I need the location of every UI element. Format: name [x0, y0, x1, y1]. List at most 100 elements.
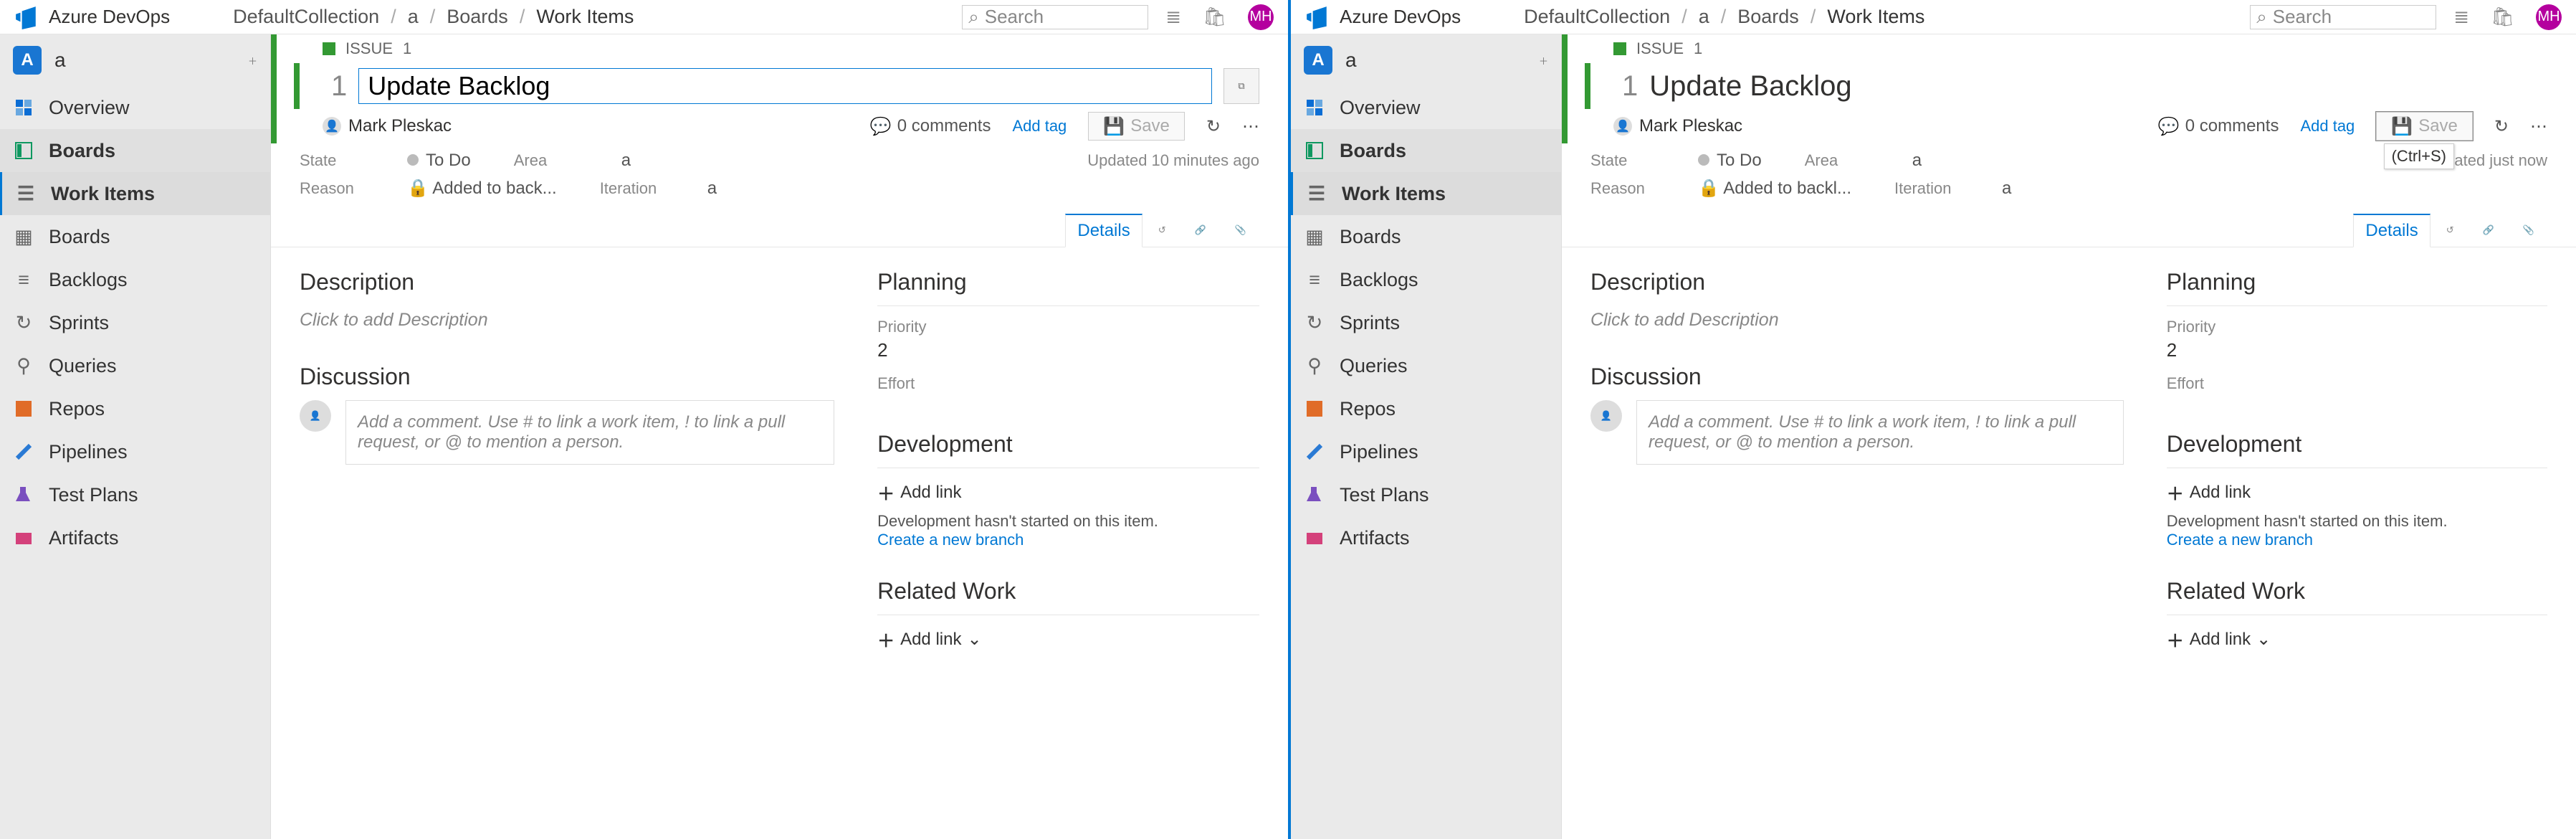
assignee[interactable]: 👤Mark Pleskac	[1613, 116, 1742, 136]
sidebar-item-testplans[interactable]: Test Plans	[1291, 473, 1561, 516]
search-input[interactable]: ⌕ Search	[2250, 5, 2436, 29]
tab-details[interactable]: Details	[1065, 214, 1142, 247]
state-value[interactable]: To Do	[1698, 151, 1762, 171]
project-name: a	[1345, 49, 1357, 72]
breadcrumb-collection[interactable]: DefaultCollection	[1524, 6, 1670, 28]
sidebar-item-overview[interactable]: Overview	[0, 86, 270, 129]
avatar[interactable]: MH	[2536, 4, 2562, 30]
attachment-icon[interactable]: 📎	[2510, 224, 2547, 236]
breadcrumb-collection[interactable]: DefaultCollection	[233, 6, 379, 28]
assignee[interactable]: 👤Mark Pleskac	[323, 116, 452, 136]
area-value[interactable]: a	[1912, 151, 1922, 171]
project-add-icon[interactable]: ＋	[1539, 54, 1548, 67]
sidebar-item-sprints[interactable]: ↻Sprints	[0, 301, 270, 344]
breadcrumb-section[interactable]: Boards	[447, 6, 508, 28]
sidebar-item-pipelines[interactable]: Pipelines	[1291, 430, 1561, 473]
search-input[interactable]: ⌕ Search	[962, 5, 1148, 29]
reason-value[interactable]: 🔒 Added to backl...	[1698, 178, 1851, 199]
description-input[interactable]: Click to add Description	[1590, 305, 2124, 335]
list-icon[interactable]: ≣	[2453, 6, 2469, 28]
development-heading: Development	[877, 431, 1259, 458]
refresh-icon[interactable]: ↻	[1206, 116, 1221, 137]
avatar[interactable]: MH	[1248, 4, 1274, 30]
discussion-input[interactable]: Add a comment. Use # to link a work item…	[1636, 400, 2124, 465]
add-link-button[interactable]: ＋Add link	[877, 480, 1259, 505]
breadcrumb-project[interactable]: a	[1699, 6, 1709, 28]
sidebar-item-artifacts[interactable]: Artifacts	[0, 516, 270, 559]
sidebar-item-boards[interactable]: Boards	[0, 129, 270, 172]
issue-bar: ISSUE 1	[294, 34, 1288, 63]
effort-value[interactable]	[2167, 396, 2547, 418]
link-icon[interactable]: 🔗	[2470, 224, 2507, 236]
sidebar-item-boards-sub[interactable]: ▦Boards	[0, 215, 270, 258]
sidebar-item-backlogs[interactable]: ≡Backlogs	[0, 258, 270, 301]
add-related-link-button[interactable]: ＋Add link ⌄	[2167, 627, 2547, 652]
sidebar-item-backlogs[interactable]: ≡Backlogs	[1291, 258, 1561, 301]
project-row[interactable]: A a ＋	[1291, 34, 1561, 86]
project-row[interactable]: A a ＋	[0, 34, 270, 86]
sidebar-item-boards[interactable]: Boards	[1291, 129, 1561, 172]
add-tag-button[interactable]: Add tag	[1012, 117, 1067, 136]
reason-value[interactable]: 🔒 Added to back...	[407, 178, 557, 199]
sidebar-item-repos[interactable]: Repos	[1291, 387, 1561, 430]
priority-value[interactable]: 2	[877, 339, 1259, 361]
iteration-value[interactable]: a	[2002, 179, 2011, 199]
more-icon[interactable]: ⋯	[2530, 116, 2547, 137]
comments-count[interactable]: 💬0 comments	[2158, 116, 2279, 137]
save-button[interactable]: 💾Save	[1088, 112, 1185, 141]
add-related-link-button[interactable]: ＋Add link ⌄	[877, 627, 1259, 652]
create-branch-link[interactable]: Create a new branch	[2167, 531, 2547, 549]
refresh-icon[interactable]: ↻	[2494, 116, 2509, 137]
issue-type: ISSUE	[1636, 39, 1684, 58]
sidebar-item-overview[interactable]: Overview	[1291, 86, 1561, 129]
list-icon[interactable]: ≣	[1165, 6, 1181, 28]
sidebar-item-queries[interactable]: ⚲Queries	[1291, 344, 1561, 387]
breadcrumb-page[interactable]: Work Items	[536, 6, 634, 28]
link-icon[interactable]: 🔗	[1182, 224, 1219, 236]
brand[interactable]: Azure DevOps	[1305, 5, 1461, 29]
description-input[interactable]: Click to add Description	[300, 305, 834, 335]
breadcrumb-page[interactable]: Work Items	[1827, 6, 1924, 28]
breadcrumb-project[interactable]: a	[408, 6, 419, 28]
save-button[interactable]: 💾Save	[2376, 112, 2473, 141]
sidebar-item-testplans[interactable]: Test Plans	[0, 473, 270, 516]
shopping-bag-icon[interactable]: 🛍	[1203, 6, 1226, 28]
more-icon[interactable]: ⋯	[1242, 116, 1259, 137]
tab-details[interactable]: Details	[2353, 214, 2430, 247]
add-tag-button[interactable]: Add tag	[2300, 117, 2355, 136]
pipelines-icon	[1305, 442, 1324, 461]
state-value[interactable]: To Do	[407, 151, 471, 171]
priority-value[interactable]: 2	[2167, 339, 2547, 361]
area-value[interactable]: a	[621, 151, 631, 171]
effort-value[interactable]	[877, 396, 1259, 418]
shopping-bag-icon[interactable]: 🛍	[2491, 6, 2514, 28]
sidebar-item-repos[interactable]: Repos	[0, 387, 270, 430]
sidebar-item-pipelines[interactable]: Pipelines	[0, 430, 270, 473]
create-branch-link[interactable]: Create a new branch	[877, 531, 1259, 549]
workitem-title-input[interactable]	[358, 68, 1212, 104]
discussion-input[interactable]: Add a comment. Use # to link a work item…	[345, 400, 834, 465]
discussion-heading: Discussion	[300, 364, 834, 390]
header: Azure DevOps DefaultCollection/ a/ Board…	[1291, 0, 2576, 34]
effort-label: Effort	[2167, 374, 2547, 393]
brand[interactable]: Azure DevOps	[14, 5, 170, 29]
search-icon: ⌕	[968, 6, 979, 29]
sidebar-item-artifacts[interactable]: Artifacts	[1291, 516, 1561, 559]
sidebar-item-queries[interactable]: ⚲Queries	[0, 344, 270, 387]
add-link-button[interactable]: ＋Add link	[2167, 480, 2547, 505]
workitem-title[interactable]: Update Backlog	[1649, 70, 1851, 103]
iteration-value[interactable]: a	[707, 179, 717, 199]
attachment-icon[interactable]: 📎	[1222, 224, 1259, 236]
template-button[interactable]: ⧉	[1223, 68, 1259, 104]
sidebar-item-workitems[interactable]: ☰Work Items	[0, 172, 270, 215]
repos-icon	[1305, 399, 1324, 418]
history-icon[interactable]: ↺	[1145, 224, 1179, 236]
comments-count[interactable]: 💬0 comments	[870, 116, 991, 137]
project-add-icon[interactable]: ＋	[248, 54, 257, 67]
breadcrumb-section[interactable]: Boards	[1737, 6, 1799, 28]
sidebar-item-boards-sub[interactable]: ▦Boards	[1291, 215, 1561, 258]
history-icon[interactable]: ↺	[2433, 224, 2467, 236]
sidebar-item-label: Backlogs	[1340, 269, 1418, 291]
sidebar-item-sprints[interactable]: ↻Sprints	[1291, 301, 1561, 344]
sidebar-item-workitems[interactable]: ☰Work Items	[1291, 172, 1561, 215]
